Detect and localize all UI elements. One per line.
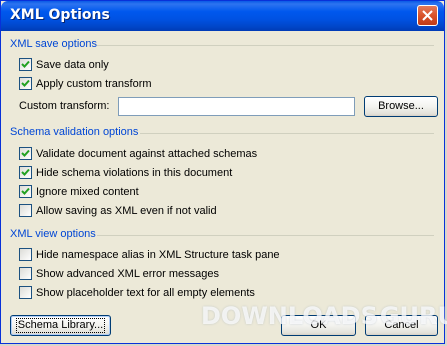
checkbox[interactable] [19,58,32,71]
checkbox[interactable] [19,248,32,261]
group-title-save: XML save options [10,38,98,50]
group-divider [97,45,434,46]
checkbox-label: Validate document against attached schem… [36,147,258,160]
checkbox-label: Show advanced XML error messages [36,267,220,280]
checkbox[interactable] [19,204,32,217]
group-divider [97,235,434,236]
checkbox[interactable] [19,147,32,160]
checkbox[interactable] [19,267,32,280]
schema-library-button[interactable]: Schema Library... [10,315,111,336]
check-icon [21,79,30,87]
checkbox-row-hide-namespace-alias[interactable]: Hide namespace alias in XML Structure ta… [19,247,280,262]
group-divider [140,133,434,134]
schema-library-button-label: Schema Library... [15,318,106,333]
checkbox-row-hide-schema-violations[interactable]: Hide schema violations in this document [19,165,232,180]
check-icon [21,149,30,157]
checkbox-label: Allow saving as XML even if not valid [36,204,217,217]
checkbox-row-validate-document[interactable]: Validate document against attached schem… [19,146,257,161]
checkbox[interactable] [19,185,32,198]
ok-button[interactable]: OK [281,315,356,336]
checkbox-row-allow-saving-invalid[interactable]: Allow saving as XML even if not valid [19,203,217,218]
checkbox-label: Apply custom transform [36,77,152,90]
checkbox-label: Save data only [36,58,109,71]
checkbox[interactable] [19,166,32,179]
title-bar[interactable]: XML Options [1,1,444,31]
checkbox-row-show-placeholder-text[interactable]: Show placeholder text for all empty elem… [19,285,255,300]
cancel-button[interactable]: Cancel [365,315,438,336]
checkbox-row-save-data-only[interactable]: Save data only [19,57,109,72]
check-icon [21,60,30,68]
window-title: XML Options [10,7,110,23]
close-icon [422,10,433,21]
custom-transform-input[interactable] [118,97,355,116]
checkbox-label: Show placeholder text for all empty elem… [36,286,255,299]
checkbox-row-show-advanced-errors[interactable]: Show advanced XML error messages [19,266,219,281]
group-title-schema: Schema validation options [10,126,139,138]
group-title-view: XML view options [10,228,96,240]
checkbox-label: Ignore mixed content [36,185,139,198]
checkbox-row-apply-custom-transform[interactable]: Apply custom transform [19,76,152,91]
xml-options-dialog: XML Options XML save options Save data o… [0,0,447,344]
close-button[interactable] [417,5,438,26]
checkbox-label: Hide namespace alias in XML Structure ta… [36,248,280,261]
custom-transform-label: Custom transform: [19,100,110,112]
checkbox-row-ignore-mixed-content[interactable]: Ignore mixed content [19,184,139,199]
checkbox-label: Hide schema violations in this document [36,166,233,179]
check-icon [21,168,30,176]
browse-button[interactable]: Browse... [364,96,438,117]
checkbox[interactable] [19,286,32,299]
checkbox[interactable] [19,77,32,90]
check-icon [21,187,30,195]
